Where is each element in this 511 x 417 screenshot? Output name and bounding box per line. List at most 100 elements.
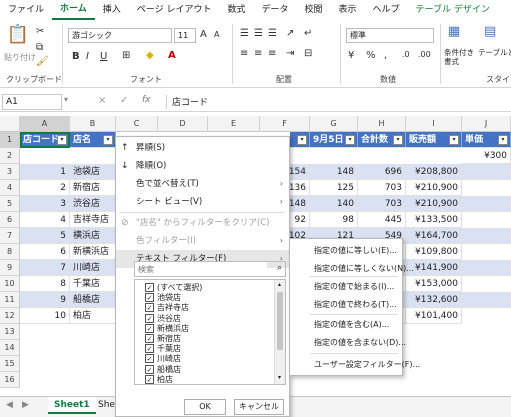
align-center-icon[interactable]: ≡ <box>254 48 262 59</box>
table-cell[interactable]: 8 <box>20 276 70 292</box>
table-cell[interactable]: ¥210,900 <box>406 180 462 196</box>
text-filter-option[interactable]: 指定の値に等しくない(N)... <box>290 261 414 277</box>
table-cell[interactable]: 川崎店 <box>70 260 116 276</box>
row-header-10[interactable]: 10 <box>0 276 20 292</box>
table-cell[interactable]: 2 <box>20 180 70 196</box>
tab-view[interactable]: 表示 <box>331 0 365 20</box>
unit-price-cell[interactable]: ¥300 <box>462 148 511 164</box>
row-header-14[interactable]: 14 <box>0 340 20 356</box>
table-cell[interactable]: ¥132,600 <box>406 292 462 308</box>
checkbox-checked-icon[interactable]: ✓ <box>145 283 154 292</box>
tab-page-layout[interactable]: ページ レイアウト <box>129 0 220 20</box>
text-filter-option[interactable]: 指定の値に等しい(E)... <box>290 243 402 259</box>
tab-insert[interactable]: 挿入 <box>95 0 129 20</box>
table-cell[interactable]: 吉祥寺店 <box>70 212 116 228</box>
table-cell[interactable] <box>462 164 511 180</box>
column-header-j[interactable]: J <box>462 116 511 132</box>
table-cell[interactable]: 7 <box>20 260 70 276</box>
menu-sheet-view[interactable]: シート ビュー(V) › <box>116 193 289 211</box>
row-header-7[interactable]: 7 <box>0 228 20 244</box>
tab-file[interactable]: ファイル <box>0 0 52 20</box>
wrap-text-icon[interactable]: ↵ <box>304 28 312 39</box>
table-cell[interactable]: 新宿店 <box>70 180 116 196</box>
table-cell[interactable]: 10 <box>20 308 70 324</box>
tab-formulas[interactable]: 数式 <box>219 0 253 20</box>
table-cell[interactable]: ¥141,900 <box>406 260 462 276</box>
font-color-icon[interactable]: A <box>168 50 176 61</box>
percent-icon[interactable]: % <box>366 50 376 61</box>
fill-color-icon[interactable]: ◆ <box>146 50 154 61</box>
name-box-dropdown-icon[interactable]: ▾ <box>64 95 68 104</box>
table-cell[interactable]: 703 <box>358 180 406 196</box>
align-left-icon[interactable]: ≡ <box>240 48 248 59</box>
align-right-icon[interactable]: ≡ <box>268 48 276 59</box>
table-cell[interactable]: 柏店 <box>70 308 116 324</box>
table-cell[interactable]: ¥109,800 <box>406 244 462 260</box>
tab-table-design[interactable]: テーブル デザイン <box>408 0 498 20</box>
row-header-13[interactable]: 13 <box>0 324 20 340</box>
table-cell[interactable]: ¥164,700 <box>406 228 462 244</box>
table-cell[interactable]: 新横浜店 <box>70 244 116 260</box>
table-cell[interactable]: 703 <box>358 196 406 212</box>
row-header-15[interactable]: 15 <box>0 356 20 372</box>
row-header-12[interactable]: 12 <box>0 308 20 324</box>
format-as-table-icon[interactable]: ▤ <box>484 24 496 39</box>
row-header-16[interactable]: 16 <box>0 372 20 388</box>
menu-sort-descending[interactable]: ↓ 降順(O) <box>116 157 289 175</box>
checkbox-checked-icon[interactable]: ✓ <box>145 374 154 384</box>
number-format-select[interactable]: 標準 <box>346 28 434 43</box>
filter-checkbox-item[interactable]: ✓ 柏店 <box>145 374 173 384</box>
table-cell[interactable]: 125 <box>310 180 358 196</box>
checkbox-checked-icon[interactable]: ✓ <box>145 364 154 374</box>
filter-dropdown-icon[interactable]: ▾ <box>297 135 307 145</box>
table-cell[interactable] <box>462 292 511 308</box>
list-scrollbar[interactable]: ▴ ▾ <box>274 280 285 384</box>
text-filter-option[interactable]: ユーザー設定フィルター(F)... <box>290 357 420 373</box>
scroll-down-icon[interactable]: ▾ <box>278 374 281 381</box>
comma-icon[interactable]: , <box>384 50 387 61</box>
row-header-3[interactable]: 3 <box>0 164 20 180</box>
checkbox-checked-icon[interactable]: ✓ <box>145 293 154 303</box>
tab-home[interactable]: ホーム <box>52 0 95 20</box>
function-icon[interactable]: fx <box>142 95 151 105</box>
filter-dropdown-icon[interactable]: ▾ <box>57 135 67 145</box>
currency-icon[interactable]: ¥ <box>348 50 354 61</box>
text-filter-option[interactable]: 指定の値で終わる(T)... <box>290 297 402 313</box>
filter-dropdown-icon[interactable]: ▾ <box>103 135 113 145</box>
scroll-up-icon[interactable]: ▴ <box>278 281 281 288</box>
ok-button[interactable]: OK <box>184 399 226 415</box>
table-cell[interactable] <box>462 196 511 212</box>
increase-decimal-icon[interactable]: .0 <box>402 50 410 59</box>
row-header-1[interactable]: 1 <box>0 132 20 148</box>
checkbox-checked-icon[interactable]: ✓ <box>145 323 154 333</box>
tab-data[interactable]: データ <box>253 0 296 20</box>
table-cell[interactable]: 9 <box>20 292 70 308</box>
table-cell[interactable]: 池袋店 <box>70 164 116 180</box>
checkbox-checked-icon[interactable]: ✓ <box>145 334 154 343</box>
column-header-b[interactable]: B <box>70 116 116 132</box>
format-painter-icon[interactable]: 🖌 <box>36 56 49 67</box>
select-all-corner[interactable] <box>0 116 20 132</box>
shrink-font-icon[interactable]: A <box>214 30 219 39</box>
filter-dropdown-icon[interactable]: ▾ <box>345 135 355 145</box>
table-cell[interactable]: 140 <box>310 196 358 212</box>
underline-icon[interactable]: U <box>100 51 107 62</box>
scrollbar-thumb[interactable] <box>277 292 283 350</box>
checkbox-checked-icon[interactable]: ✓ <box>145 303 154 313</box>
filter-dropdown-icon[interactable]: ▾ <box>498 135 508 145</box>
row-header-4[interactable]: 4 <box>0 180 20 196</box>
header-cell-sep5[interactable]: 9月5日 ▾ <box>310 132 358 148</box>
table-cell[interactable]: ¥208,800 <box>406 164 462 180</box>
copy-icon[interactable]: ⧉ <box>36 42 43 53</box>
merge-icon[interactable]: ⊟ <box>304 48 312 59</box>
table-cell[interactable]: ¥210,900 <box>406 196 462 212</box>
next-sheet-icon[interactable]: ▶ <box>22 400 29 410</box>
filter-dropdown-icon[interactable]: ▾ <box>393 135 403 145</box>
format-as-table-button[interactable]: テーブルとして書式設定 <box>478 48 511 57</box>
align-top-icon[interactable]: ☰ <box>240 28 249 39</box>
name-box[interactable]: A1 <box>2 94 62 110</box>
table-cell[interactable]: 5 <box>20 228 70 244</box>
filter-search-input[interactable] <box>135 262 267 276</box>
formula-input[interactable]: 店コード <box>172 95 208 108</box>
table-cell[interactable]: 千葉店 <box>70 276 116 292</box>
